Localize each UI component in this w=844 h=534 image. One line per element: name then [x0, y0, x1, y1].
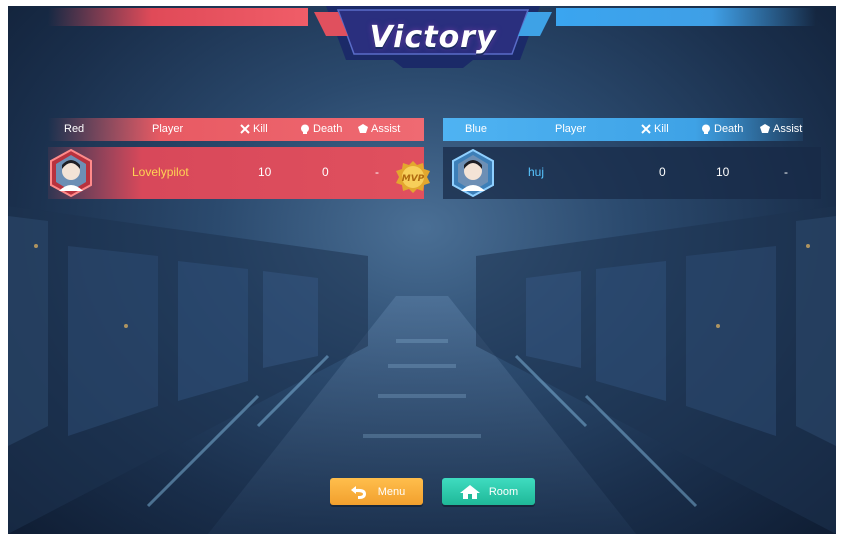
blue-assist-column: Assist	[760, 123, 802, 135]
room-button[interactable]: Room	[442, 478, 535, 505]
blue-banner-stripe	[556, 8, 816, 26]
red-death-column: Death	[300, 123, 342, 135]
blue-team-header: Blue Player Kill Death Assist	[443, 118, 803, 141]
red-assist-label: Assist	[371, 123, 401, 135]
red-team-label: Red	[64, 123, 85, 135]
player-name: huj	[528, 165, 545, 179]
kill-value: 10	[258, 165, 272, 179]
blue-assist-label: Assist	[773, 123, 803, 135]
assist-value: -	[375, 165, 379, 179]
blue-team-label: Blue	[465, 123, 488, 135]
shield-icon	[760, 124, 770, 133]
red-team-header: Red Player Kill Death Assist	[48, 118, 424, 141]
blue-kill-column: Kill	[641, 123, 669, 135]
red-death-label: Death	[313, 123, 343, 135]
home-icon	[459, 484, 480, 499]
corridor-background	[8, 206, 836, 534]
victory-title: Victory	[369, 20, 497, 55]
death-value: 0	[322, 165, 329, 179]
red-banner-stripe	[48, 8, 308, 26]
menu-button[interactable]: Menu	[330, 478, 423, 505]
blue-kill-label: Kill	[654, 123, 669, 135]
red-assist-column: Assist	[358, 123, 400, 135]
red-kill-column: Kill	[240, 123, 268, 135]
room-button-label: Room	[488, 485, 519, 498]
back-arrow-icon	[350, 485, 366, 499]
mvp-badge-label: MVP	[402, 174, 425, 184]
kill-value: 0	[659, 165, 666, 179]
crossed-swords-icon	[240, 124, 250, 134]
crossed-swords-icon	[641, 124, 651, 134]
skull-icon	[702, 124, 710, 134]
red-player-row[interactable]: Lovelypilot 10 0 - MVP	[48, 147, 430, 199]
shield-icon	[358, 124, 368, 133]
player-name: Lovelypilot	[132, 165, 189, 179]
avatar-icon	[452, 149, 494, 197]
blue-player-row[interactable]: huj 0 10 -	[443, 147, 821, 199]
blue-death-label: Death	[714, 123, 744, 135]
avatar-icon	[50, 149, 92, 197]
blue-death-column: Death	[701, 123, 743, 135]
game-result-screen: Victory Red Player Kill Death Assist Blu…	[8, 6, 836, 534]
assist-value: -	[784, 165, 788, 179]
red-player-column: Player	[152, 123, 184, 135]
death-value: 10	[716, 165, 730, 179]
blue-player-column: Player	[555, 123, 587, 135]
red-kill-label: Kill	[253, 123, 268, 135]
mvp-badge-icon: MVP	[396, 161, 430, 193]
skull-icon	[301, 124, 309, 134]
menu-button-label: Menu	[377, 485, 406, 498]
